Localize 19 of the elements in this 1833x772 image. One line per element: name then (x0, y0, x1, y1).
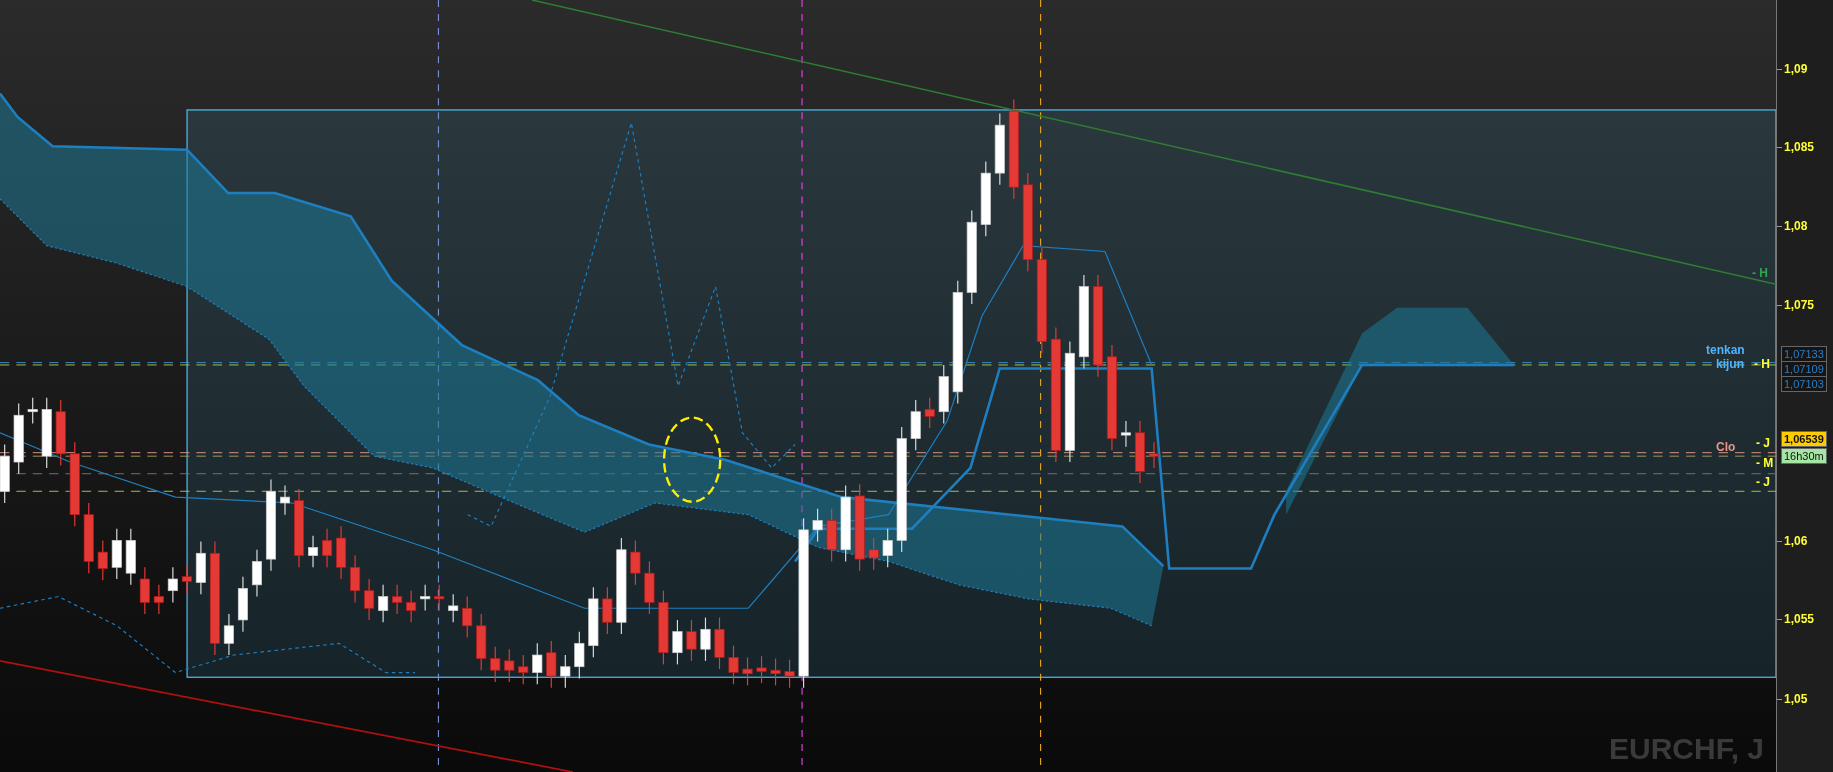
price-tick-label: 1,05 (1784, 691, 1808, 707)
price-tag: 1,07133 (1781, 346, 1827, 362)
line-label: - J (1756, 436, 1770, 450)
price-tick-label: 1,06 (1784, 533, 1808, 549)
line-label: Clo (1716, 440, 1736, 454)
line-label: - M (1756, 456, 1774, 470)
price-tag: 1,06539 (1781, 431, 1827, 447)
price-tag: 1,07103 (1781, 376, 1827, 392)
line-label: - H (1752, 266, 1768, 280)
countdown-tag: 16h30m (1781, 448, 1827, 464)
price-tick-label: 1,09 (1784, 61, 1808, 77)
line-label: tenkan (1706, 343, 1745, 357)
price-tick-label: 1,08 (1784, 218, 1808, 234)
price-tag: 1,07109 (1781, 361, 1827, 377)
price-tick-label: 1,075 (1784, 297, 1815, 313)
line-label: - H (1754, 357, 1770, 371)
price-tick-label: 1,055 (1784, 611, 1815, 627)
line-label: - J (1756, 475, 1770, 489)
price-tick-label: 1,085 (1784, 139, 1815, 155)
